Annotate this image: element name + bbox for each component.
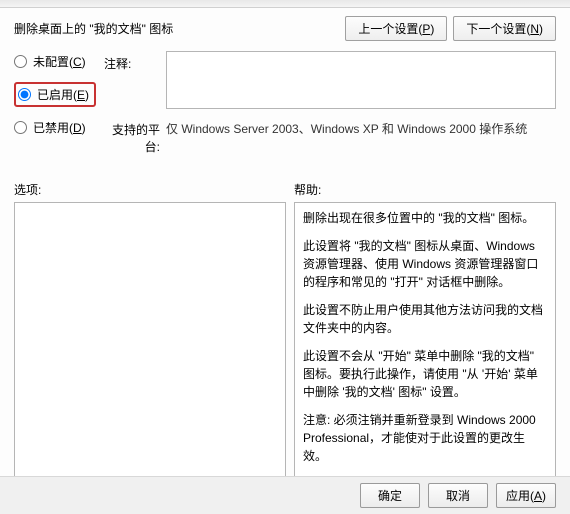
title-bar-fragment (0, 0, 570, 8)
next-setting-button[interactable]: 下一个设置(N) (453, 16, 556, 41)
radio-disabled-input[interactable] (14, 121, 27, 134)
help-p5: 注意: 必须注销并重新登录到 Windows 2000 Professional… (303, 411, 547, 465)
radio-enabled-input[interactable] (18, 88, 31, 101)
comment-row: 注释: (104, 51, 556, 109)
comment-label: 注释: (104, 51, 166, 72)
help-p4: 此设置不会从 "开始" 菜单中删除 "我的文档" 图标。要执行此操作，请使用 "… (303, 347, 547, 401)
radio-column: 未配置(C) 已启用(E) 已禁用(D) (14, 51, 104, 163)
platform-value: 仅 Windows Server 2003、Windows XP 和 Windo… (166, 117, 556, 137)
help-p2: 此设置将 "我的文档" 图标从桌面、Windows 资源管理器、使用 Windo… (303, 237, 547, 291)
radio-not-configured-label: 未配置(C) (33, 53, 86, 70)
ok-button[interactable]: 确定 (360, 483, 420, 508)
help-section-label: 帮助: (294, 181, 321, 198)
prev-setting-button[interactable]: 上一个设置(P) (345, 16, 447, 41)
next-setting-label: 下一个设置(N) (466, 22, 543, 36)
platform-row: 支持的平台: 仅 Windows Server 2003、Windows XP … (104, 117, 556, 155)
section-labels-row: 选项: 帮助: (0, 181, 570, 198)
title-row: 删除桌面上的 "我的文档" 图标 上一个设置(P) 下一个设置(N) (14, 16, 556, 41)
platform-label: 支持的平台: (104, 117, 166, 155)
bottom-button-bar: 确定 取消 应用(A) (0, 476, 570, 514)
radio-enabled[interactable]: 已启用(E) (18, 86, 89, 103)
config-area: 未配置(C) 已启用(E) 已禁用(D) 注释: 支 (14, 51, 556, 163)
policy-title: 删除桌面上的 "我的文档" 图标 (14, 20, 339, 37)
radio-disabled[interactable]: 已禁用(D) (14, 119, 104, 136)
radio-enabled-label: 已启用(E) (37, 86, 89, 103)
prev-setting-label: 上一个设置(P) (358, 22, 434, 36)
apply-button-label: 应用(A) (506, 489, 546, 503)
radio-disabled-label: 已禁用(D) (33, 119, 86, 136)
apply-button[interactable]: 应用(A) (496, 483, 556, 508)
radio-not-configured[interactable]: 未配置(C) (14, 53, 104, 70)
help-p1: 删除出现在很多位置中的 "我的文档" 图标。 (303, 209, 547, 227)
help-p3: 此设置不防止用户使用其他方法访问我的文档文件夹中的内容。 (303, 301, 547, 337)
options-section-label: 选项: (14, 181, 294, 198)
cancel-button[interactable]: 取消 (428, 483, 488, 508)
main-content: 删除桌面上的 "我的文档" 图标 上一个设置(P) 下一个设置(N) 未配置(C… (0, 8, 570, 163)
boxes-row: 删除出现在很多位置中的 "我的文档" 图标。 此设置将 "我的文档" 图标从桌面… (0, 198, 570, 480)
comment-input[interactable] (166, 51, 556, 109)
radio-not-configured-input[interactable] (14, 55, 27, 68)
options-box (14, 202, 286, 480)
radio-enabled-wrapper: 已启用(E) (14, 82, 104, 107)
right-column: 注释: 支持的平台: 仅 Windows Server 2003、Windows… (104, 51, 556, 163)
enabled-highlight: 已启用(E) (14, 82, 96, 107)
help-box: 删除出现在很多位置中的 "我的文档" 图标。 此设置将 "我的文档" 图标从桌面… (294, 202, 556, 480)
